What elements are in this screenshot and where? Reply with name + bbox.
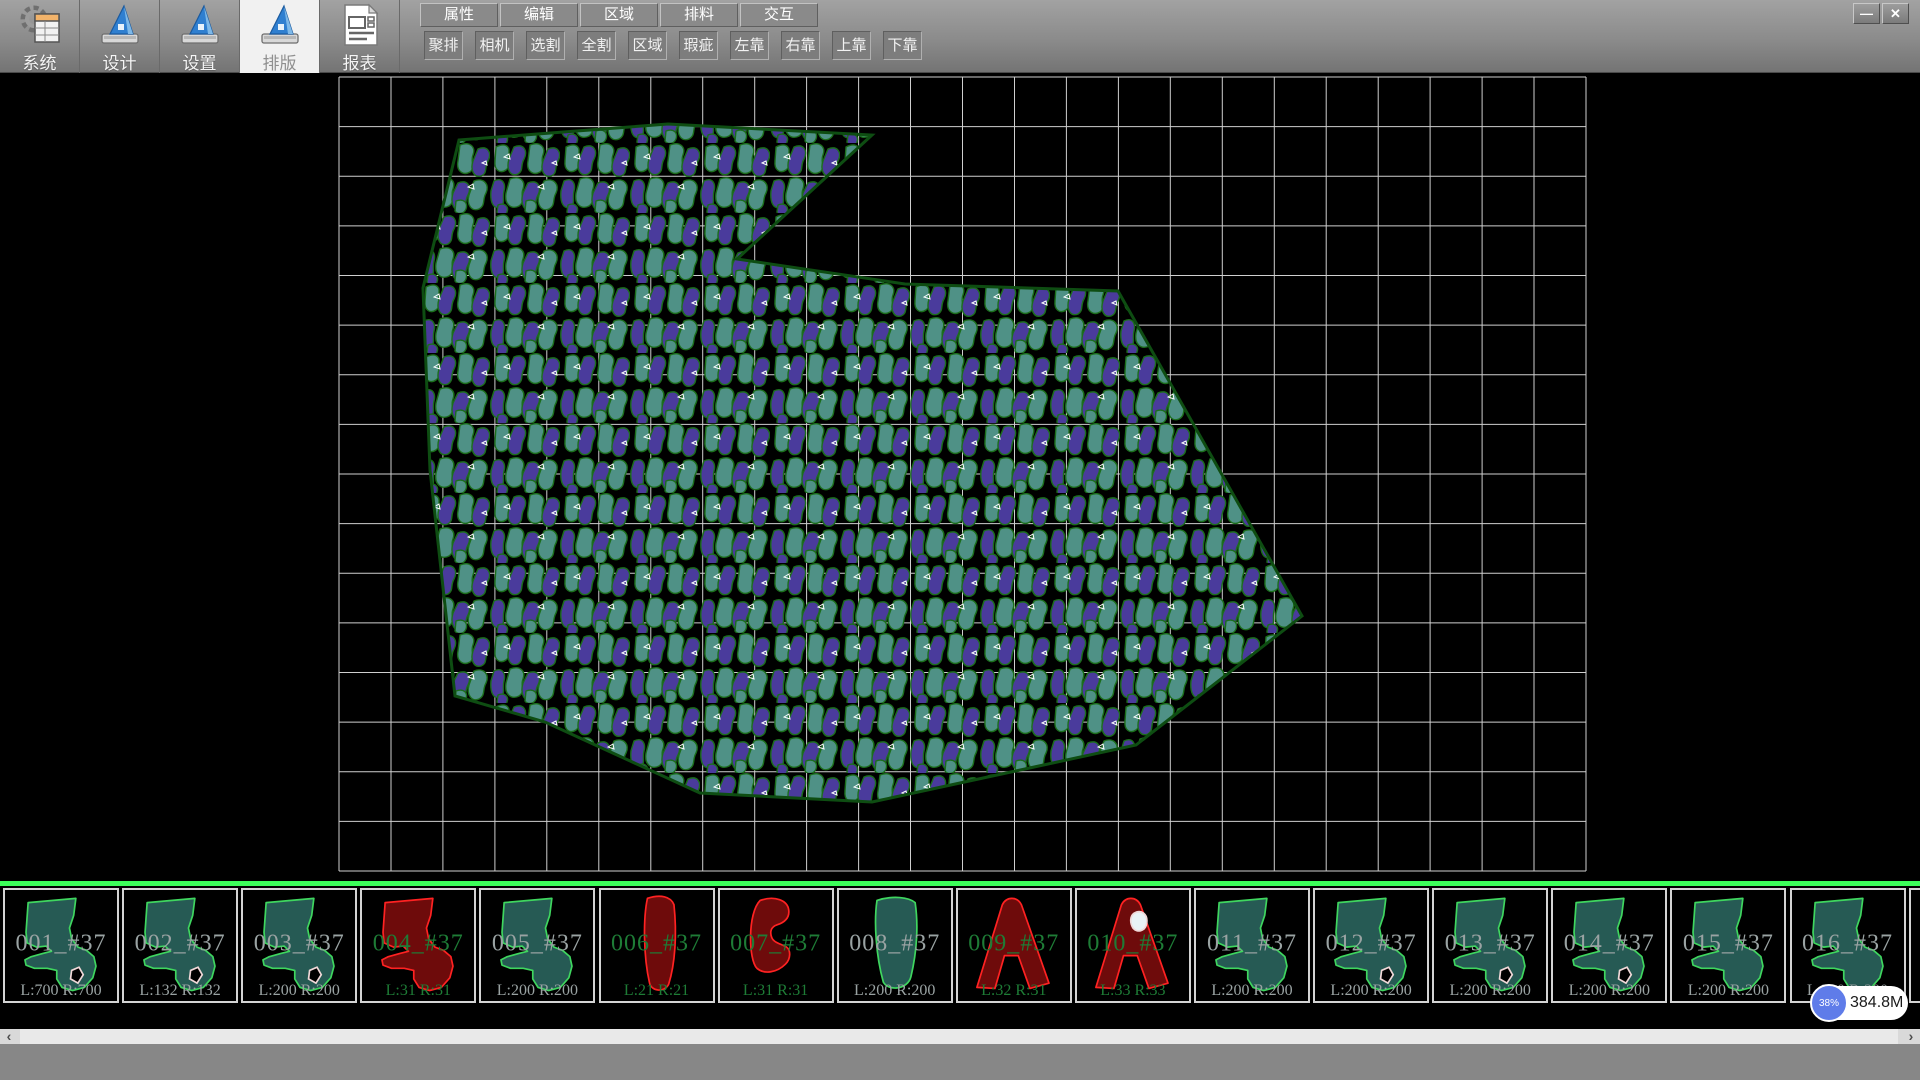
piece-lr-count-label: L:200 R:200	[839, 982, 951, 1000]
main-tab-2[interactable]: 设计	[80, 0, 160, 73]
piece-lr-count-label: L:200 R:200	[1196, 982, 1308, 1000]
main-tab-1[interactable]: 系统	[0, 0, 80, 73]
piece-lr-count-label: L:33 R:33	[1077, 982, 1189, 1000]
main-tab-label: 系统	[23, 49, 57, 74]
piece-thumbnail-15[interactable]: 015_#37 L:200 R:200	[1670, 888, 1786, 1003]
piece-id-label: 003_#37	[243, 930, 355, 957]
piece-thumbnail-13[interactable]: 013_#37 L:200 R:200	[1432, 888, 1548, 1003]
tool-button-5[interactable]: 区域	[628, 31, 667, 60]
piece-id-label: 005_#37	[481, 930, 593, 957]
tool-button-10[interactable]: 下靠	[883, 31, 922, 60]
main-tab-label: 设计	[103, 49, 137, 74]
piece-lr-count-label: L:200 R:200	[481, 982, 593, 1000]
tool-button-8[interactable]: 右靠	[781, 31, 820, 60]
piece-id-label: 008_#37	[839, 930, 951, 957]
nesting-app-window: { "window_controls": { "minimize_label":…	[0, 0, 1920, 1080]
piece-lr-count-label: L:31 R:31	[720, 982, 832, 1000]
piece-lr-count-label: L:200 R:200	[1553, 982, 1665, 1000]
menu-tab-1[interactable]: 属性	[420, 3, 498, 27]
piece-id-label: 014_#37	[1553, 930, 1665, 957]
piece-thumbnail-11[interactable]: 011_#37 L:200 R:200	[1194, 888, 1310, 1003]
layout-icon	[257, 2, 303, 48]
piece-lr-count-label: L:21 R:21	[601, 982, 713, 1000]
horizontal-scrollbar[interactable]: ‹ ›	[0, 1029, 1920, 1044]
piece-lr-count-label: L:200 R:200	[243, 982, 355, 1000]
piece-thumbnail-12[interactable]: 012_#37 L:200 R:200	[1313, 888, 1429, 1003]
piece-id-label: 004_#37	[362, 930, 474, 957]
status-bar	[0, 1044, 1920, 1080]
piece-lr-count-label: L:200 R:200	[1315, 982, 1427, 1000]
scrollbar-thumb[interactable]	[20, 1029, 1898, 1044]
piece-thumbnail-1[interactable]: 001_#37 L:700 R:700	[3, 888, 119, 1003]
piece-lr-count-label: L:132 R:132	[124, 982, 236, 1000]
menu-tab-5[interactable]: 交互	[740, 3, 818, 27]
piece-thumbnail-2[interactable]: 002_#37 L:132 R:132	[122, 888, 238, 1003]
piece-id-label: 013_#37	[1434, 930, 1546, 957]
tool-button-4[interactable]: 全割	[577, 31, 616, 60]
scroll-left-arrow-icon[interactable]: ‹	[0, 1029, 18, 1044]
pieces-thumbnail-panel: 001_#37 L:700 R:700 002_#37 L:132 R:132 003_…	[0, 886, 1920, 1029]
close-button[interactable]: ✕	[1882, 3, 1909, 24]
scroll-right-arrow-icon[interactable]: ›	[1902, 1029, 1920, 1044]
piece-lr-count-label: L:700 R:700	[5, 982, 117, 1000]
nesting-drawing	[0, 73, 1920, 883]
menu-tab-3[interactable]: 区域	[580, 3, 658, 27]
piece-id-label: 017_#37	[1911, 930, 1920, 957]
tool-button-7[interactable]: 左靠	[730, 31, 769, 60]
tool-button-3[interactable]: 选割	[526, 31, 565, 60]
piece-id-label: 006_#37	[601, 930, 713, 957]
piece-thumbnail-5[interactable]: 005_#37 L:200 R:200	[479, 888, 595, 1003]
piece-thumbnail-8[interactable]: 008_#37 L:200 R:200	[837, 888, 953, 1003]
piece-lr-count-label: L:200 R:200	[1434, 982, 1546, 1000]
progress-percent-badge: 38%	[1810, 984, 1848, 1022]
piece-thumbnail-10[interactable]: 010_#37 L:33 R:33	[1075, 888, 1191, 1003]
main-tab-label: 设置	[183, 49, 217, 74]
menu-tab-4[interactable]: 排料	[660, 3, 738, 27]
piece-thumbnail-3[interactable]: 003_#37 L:200 R:200	[241, 888, 357, 1003]
main-tab-3[interactable]: 设置	[160, 0, 240, 73]
settings-icon	[177, 2, 223, 48]
progress-badge[interactable]: 38% 384.8M	[1812, 986, 1908, 1020]
tool-button-6[interactable]: 瑕疵	[679, 31, 718, 60]
piece-thumbnail-17[interactable]: 017_#37 L:200 R:200	[1909, 888, 1920, 1003]
piece-id-label: 011_#37	[1196, 930, 1308, 957]
main-tab-4[interactable]: 排版	[240, 0, 320, 73]
minimize-button[interactable]: —	[1853, 3, 1880, 24]
piece-thumbnail-4[interactable]: 004_#37 L:31 R:31	[360, 888, 476, 1003]
piece-thumbnail-14[interactable]: 014_#37 L:200 R:200	[1551, 888, 1667, 1003]
piece-id-label: 007_#37	[720, 930, 832, 957]
piece-lr-count-label: L:200 R:200	[1911, 982, 1920, 1000]
main-tab-label: 报表	[343, 49, 377, 74]
piece-lr-count-label: L:32 R:31	[958, 982, 1070, 1000]
piece-thumbnail-6[interactable]: 006_#37 L:21 R:21	[599, 888, 715, 1003]
top-toolbar: 系统 设计 设置 排版 报表 属性编辑区域排料交互 聚排相机选割全割区域瑕疵左靠…	[0, 0, 1920, 73]
piece-id-label: 010_#37	[1077, 930, 1189, 957]
piece-id-label: 009_#37	[958, 930, 1070, 957]
nesting-canvas[interactable]	[0, 73, 1920, 883]
design-icon	[97, 2, 143, 48]
piece-id-label: 016_#37	[1792, 930, 1904, 957]
tool-button-9[interactable]: 上靠	[832, 31, 871, 60]
menu-tab-2[interactable]: 编辑	[500, 3, 578, 27]
piece-id-label: 002_#37	[124, 930, 236, 957]
main-tab-5[interactable]: 报表	[320, 0, 400, 73]
piece-thumbnail-9[interactable]: 009_#37 L:32 R:31	[956, 888, 1072, 1003]
tool-button-1[interactable]: 聚排	[424, 31, 463, 60]
piece-lr-count-label: L:200 R:200	[1672, 982, 1784, 1000]
piece-lr-count-label: L:31 R:31	[362, 982, 474, 1000]
tool-button-2[interactable]: 相机	[475, 31, 514, 60]
main-tab-label: 排版	[263, 49, 297, 74]
piece-thumbnail-7[interactable]: 007_#37 L:31 R:31	[718, 888, 834, 1003]
system-icon	[17, 2, 63, 48]
report-icon	[337, 2, 383, 48]
progress-size-label: 384.8M	[1850, 986, 1903, 1020]
piece-id-label: 001_#37	[5, 930, 117, 957]
piece-id-label: 012_#37	[1315, 930, 1427, 957]
piece-id-label: 015_#37	[1672, 930, 1784, 957]
